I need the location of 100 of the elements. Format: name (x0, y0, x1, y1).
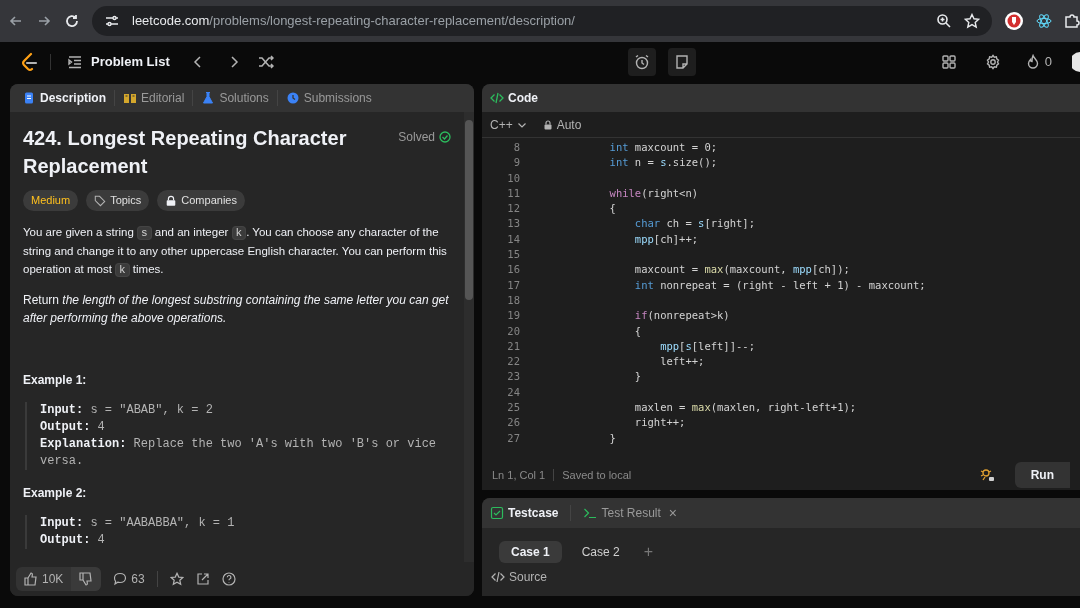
problem-statement: You are given a string s and an integer k . You can choose any character of the string and change it to any other uppercase English character. You can perform this operation at most k times. (23, 225, 448, 279)
example-line: Explanation: Replace the two 'A's with two 'B's or vice versa. (40, 436, 438, 470)
example-heading: Example 1: (23, 372, 88, 389)
code-line: { (633, 323, 642, 339)
code-line: } (608, 430, 616, 446)
case-tab[interactable]: Case 2 (569, 541, 632, 563)
code-line: right++; (633, 415, 686, 431)
case-tab[interactable]: Case 1 (499, 541, 562, 563)
scrollbar[interactable] (464, 112, 474, 562)
layout-grid-icon[interactable] (940, 54, 957, 70)
code-tab[interactable]: Code (490, 89, 538, 107)
description-tab[interactable]: Submissions (281, 89, 376, 107)
alarm-clock-icon (633, 54, 650, 70)
line-number: 27 (506, 430, 521, 446)
console-tab[interactable]: Testcase (490, 504, 559, 522)
description-tab[interactable]: Editorial (119, 89, 189, 107)
difficulty-badge[interactable]: Medium (23, 190, 79, 211)
site-settings-icon[interactable] (104, 13, 120, 29)
favorite-star-icon[interactable] (169, 572, 184, 586)
atom-icon[interactable] (1036, 13, 1052, 29)
description-tab[interactable]: Solutions (197, 89, 273, 107)
dislike-button[interactable] (71, 567, 102, 591)
shuffle-icon[interactable] (257, 54, 274, 70)
speech-bubble-icon (113, 572, 128, 586)
lock-icon (542, 119, 553, 130)
line-number: 14 (506, 231, 521, 247)
timer-button[interactable] (627, 48, 656, 76)
checkbox-icon (490, 506, 504, 520)
tag-chip[interactable]: Topics (86, 190, 150, 211)
example-line: Input: s = "ABAB", k = 2 (40, 402, 214, 419)
line-number: 19 (506, 308, 521, 324)
line-number: 16 (506, 262, 521, 278)
address-bar[interactable]: leetcode.com/problems/longest-repeating-character-replacement/description/ (92, 6, 992, 36)
list-icon (67, 54, 83, 70)
line-number: 11 (506, 185, 521, 201)
help-icon[interactable] (221, 572, 236, 586)
close-button[interactable]: × (668, 502, 678, 524)
code-line: mpp[ch]++; (633, 231, 699, 247)
line-number: 22 (506, 354, 521, 370)
code-line: int maxcount = 0; (608, 140, 718, 155)
example-heading: Example 2: (23, 485, 88, 502)
save-status: Saved to local (562, 467, 632, 483)
run-button[interactable]: Run (1014, 462, 1070, 488)
example-line: Input: s = "AABABBA", k = 1 (40, 515, 236, 532)
lock-icon (165, 194, 178, 207)
line-number: 9 (512, 155, 521, 171)
comments-button[interactable]: 63 (113, 570, 145, 588)
line-number: 26 (506, 415, 521, 431)
streak-button[interactable]: 0 (1024, 52, 1052, 72)
description-tab[interactable]: Description (18, 89, 110, 107)
thumbs-down-icon (79, 572, 94, 586)
line-number: 21 (506, 338, 521, 354)
example-line: Output: 4 (40, 532, 106, 549)
line-number: 17 (506, 277, 521, 293)
language-dropdown[interactable]: C++ (490, 115, 527, 134)
line-number: 12 (506, 201, 521, 217)
code-brackets-icon (491, 570, 505, 584)
reload-icon[interactable] (64, 13, 80, 29)
line-number: 20 (506, 323, 521, 339)
logo-icon[interactable] (20, 52, 38, 72)
code-line: char ch = s[right]; (633, 216, 755, 232)
line-number: 25 (506, 400, 521, 416)
puzzle-icon[interactable] (1064, 13, 1080, 29)
source-button[interactable]: Source (491, 568, 548, 586)
code-line: maxcount = max(maxcount, mpp[ch]); (633, 262, 850, 278)
extension-icon[interactable] (1004, 11, 1024, 31)
notes-button[interactable] (667, 48, 696, 76)
note-icon (673, 54, 690, 70)
line-number: 18 (506, 292, 521, 308)
code-line: while(right<n) (608, 185, 699, 201)
line-number: 24 (506, 384, 521, 400)
line-number: 15 (506, 247, 521, 263)
code-line: { (608, 201, 616, 217)
tag-chip[interactable]: Companies (157, 190, 245, 211)
check-circle-icon (439, 131, 451, 143)
line-number: 8 (512, 140, 521, 155)
line-number: 23 (506, 369, 521, 385)
code-line: if(nonrepeat>k) (633, 308, 730, 324)
solved-status: Solved (398, 128, 451, 146)
debug-icon[interactable] (978, 467, 995, 483)
problem-list-button[interactable]: Problem List (67, 52, 170, 72)
line-number: 13 (506, 216, 521, 232)
share-icon[interactable] (195, 572, 210, 586)
example-line: Output: 4 (40, 419, 106, 436)
code-line: int n = s.size(); (608, 155, 718, 171)
code-line: int nonrepeat = (right - left + 1) - maxcount; (633, 277, 926, 293)
bookmark-star-icon[interactable] (964, 13, 980, 29)
zoom-icon[interactable] (936, 13, 952, 29)
code-line: left++; (659, 354, 705, 370)
tag-icon (94, 194, 107, 207)
terminal-icon (583, 506, 598, 520)
code-line: maxlen = max(maxlen, right-left+1); (633, 400, 857, 416)
settings-icon[interactable] (984, 54, 1001, 70)
code-line: } (633, 369, 642, 385)
auto-mode-button[interactable]: Auto (542, 115, 582, 134)
console-tab[interactable]: Test Result (583, 504, 661, 522)
cursor-position: Ln 1, Col 1 (492, 467, 546, 483)
line-number: 10 (506, 170, 521, 186)
code-line: mpp[s[left]]--; (659, 338, 755, 354)
avatar-icon[interactable] (1072, 52, 1080, 72)
